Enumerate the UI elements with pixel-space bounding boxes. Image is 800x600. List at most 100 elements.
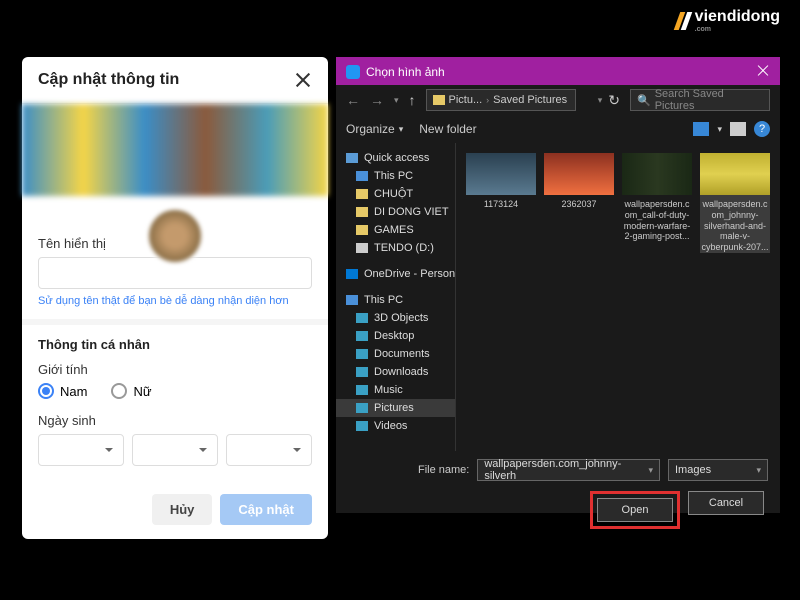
avatar[interactable] — [146, 207, 204, 265]
thumbnail-image — [700, 153, 770, 195]
close-icon[interactable] — [294, 71, 312, 89]
pc-icon — [356, 171, 368, 181]
highlight-annotation: Open — [590, 491, 680, 529]
sidebar-item-desktop[interactable]: Desktop — [336, 327, 455, 345]
toolbar: Organize ▾ New folder ▾ ? — [336, 115, 780, 143]
breadcrumb[interactable]: Pictu... › Saved Pictures — [426, 89, 576, 111]
file-name-label: 1173124 — [466, 199, 536, 210]
sidebar-item-folder[interactable]: CHUỘT — [336, 185, 455, 203]
sidebar-item-pictures[interactable]: Pictures — [336, 399, 455, 417]
sidebar-item-this-pc[interactable]: This PC — [336, 291, 455, 309]
cancel-button[interactable]: Hủy — [152, 494, 213, 525]
brand-subtext: .com — [695, 26, 780, 33]
nav-forward-icon[interactable]: → — [370, 92, 384, 108]
music-icon — [356, 385, 368, 395]
folder-icon — [433, 95, 445, 105]
dob-month-select[interactable] — [132, 434, 218, 466]
sidebar-item-this-pc-shortcut[interactable]: This PC — [336, 167, 455, 185]
file-name-label: wallpapersden.com_johnny-silverhand-and-… — [700, 199, 770, 253]
filename-input[interactable]: wallpapersden.com_johnny-silverh — [477, 459, 660, 481]
videos-icon — [356, 421, 368, 431]
radio-male-label: Nam — [60, 384, 87, 399]
chevron-down-icon[interactable]: ▾ — [394, 95, 399, 106]
file-thumbnail[interactable]: wallpapersden.com_call-of-duty-modern-wa… — [622, 153, 692, 242]
gender-label: Giới tính — [38, 362, 312, 377]
organize-menu[interactable]: Organize ▾ — [346, 122, 403, 136]
modal-title: Cập nhật thông tin — [38, 71, 179, 89]
cancel-button[interactable]: Cancel — [688, 491, 764, 515]
pc-icon — [346, 295, 358, 305]
folder-icon — [356, 207, 368, 217]
thumbnail-image — [544, 153, 614, 195]
breadcrumb-part-1[interactable]: Saved Pictures — [493, 94, 567, 106]
sidebar-item-music[interactable]: Music — [336, 381, 455, 399]
sidebar-item-drive[interactable]: TENDO (D:) — [336, 239, 455, 257]
brand-logo-icon — [677, 12, 689, 30]
brand-text: viendidong — [695, 8, 780, 25]
folder-icon — [356, 189, 368, 199]
sidebar-item-folder[interactable]: DI DONG VIET — [336, 203, 455, 221]
desktop-icon — [356, 331, 368, 341]
refresh-icon[interactable]: ↻ — [608, 92, 620, 109]
file-thumbnail[interactable]: 1173124 — [466, 153, 536, 210]
radio-icon-unchecked — [111, 383, 127, 399]
documents-icon — [356, 349, 368, 359]
display-name-hint: Sử dụng tên thật để bạn bè dễ dàng nhận … — [38, 295, 312, 307]
chevron-right-icon: › — [486, 95, 489, 105]
sidebar-item-folder[interactable]: GAMES — [336, 221, 455, 239]
dialog-titlebar: Chọn hình ảnh — [336, 59, 780, 85]
dialog-title: Chọn hình ảnh — [366, 65, 445, 79]
file-thumbnail-selected[interactable]: wallpapersden.com_johnny-silverhand-and-… — [700, 153, 770, 253]
dialog-footer: File name: wallpapersden.com_johnny-silv… — [336, 451, 780, 537]
sidebar-tree: Quick access This PC CHUỘT DI DONG VIET … — [336, 143, 456, 451]
radio-male[interactable]: Nam — [38, 383, 87, 399]
file-open-dialog: Chọn hình ảnh ← → ▾ ↑ Pictu... › Saved P… — [336, 57, 780, 513]
file-name-label: wallpapersden.com_call-of-duty-modern-wa… — [622, 199, 692, 242]
breadcrumb-part-0[interactable]: Pictu... — [449, 94, 483, 106]
sidebar-item-onedrive[interactable]: OneDrive - Person — [336, 265, 455, 283]
objects-icon — [356, 313, 368, 323]
sidebar-item-quick-access[interactable]: Quick access — [336, 149, 455, 167]
chevron-down-icon[interactable]: ▾ — [598, 95, 603, 106]
sidebar-item-documents[interactable]: Documents — [336, 345, 455, 363]
thumbnail-image — [622, 153, 692, 195]
search-placeholder: Search Saved Pictures — [655, 88, 763, 112]
file-name-label: 2362037 — [544, 199, 614, 210]
radio-female-label: Nữ — [133, 384, 151, 399]
dob-label: Ngày sinh — [38, 413, 312, 428]
dob-year-select[interactable] — [226, 434, 312, 466]
chevron-down-icon: ▾ — [399, 124, 404, 135]
nav-up-icon[interactable]: ↑ — [409, 92, 416, 108]
dob-day-select[interactable] — [38, 434, 124, 466]
app-icon — [346, 65, 360, 79]
nav-bar: ← → ▾ ↑ Pictu... › Saved Pictures ▾ ↻ 🔍 … — [336, 85, 780, 115]
new-folder-button[interactable]: New folder — [419, 122, 476, 136]
profile-update-modal: Cập nhật thông tin Tên hiển thị Sử dụng … — [22, 57, 328, 539]
view-mode-icon[interactable] — [693, 122, 709, 136]
sidebar-item-downloads[interactable]: Downloads — [336, 363, 455, 381]
cloud-icon — [346, 269, 358, 279]
search-input[interactable]: 🔍 Search Saved Pictures — [630, 89, 770, 111]
nav-back-icon[interactable]: ← — [346, 92, 360, 108]
thumbnail-image — [466, 153, 536, 195]
divider — [22, 319, 328, 325]
preview-pane-icon[interactable] — [730, 122, 746, 136]
radio-female[interactable]: Nữ — [111, 383, 151, 399]
chevron-down-icon[interactable]: ▾ — [717, 124, 722, 135]
sidebar-item-3d-objects[interactable]: 3D Objects — [336, 309, 455, 327]
personal-info-title: Thông tin cá nhân — [38, 337, 312, 352]
brand-watermark: viendidong .com — [677, 8, 780, 33]
file-thumbnail[interactable]: 2362037 — [544, 153, 614, 210]
radio-icon-checked — [38, 383, 54, 399]
drive-icon — [356, 243, 368, 253]
file-grid: 1173124 2362037 wallpapersden.com_call-o… — [456, 143, 780, 451]
update-button[interactable]: Cập nhật — [220, 494, 312, 525]
filetype-filter-select[interactable]: Images — [668, 459, 768, 481]
sidebar-item-videos[interactable]: Videos — [336, 417, 455, 435]
help-icon[interactable]: ? — [754, 121, 770, 137]
open-button[interactable]: Open — [597, 498, 673, 522]
folder-icon — [356, 225, 368, 235]
filename-label: File name: — [418, 464, 469, 476]
cover-photo[interactable] — [22, 104, 328, 196]
dialog-close-icon[interactable] — [756, 64, 770, 78]
